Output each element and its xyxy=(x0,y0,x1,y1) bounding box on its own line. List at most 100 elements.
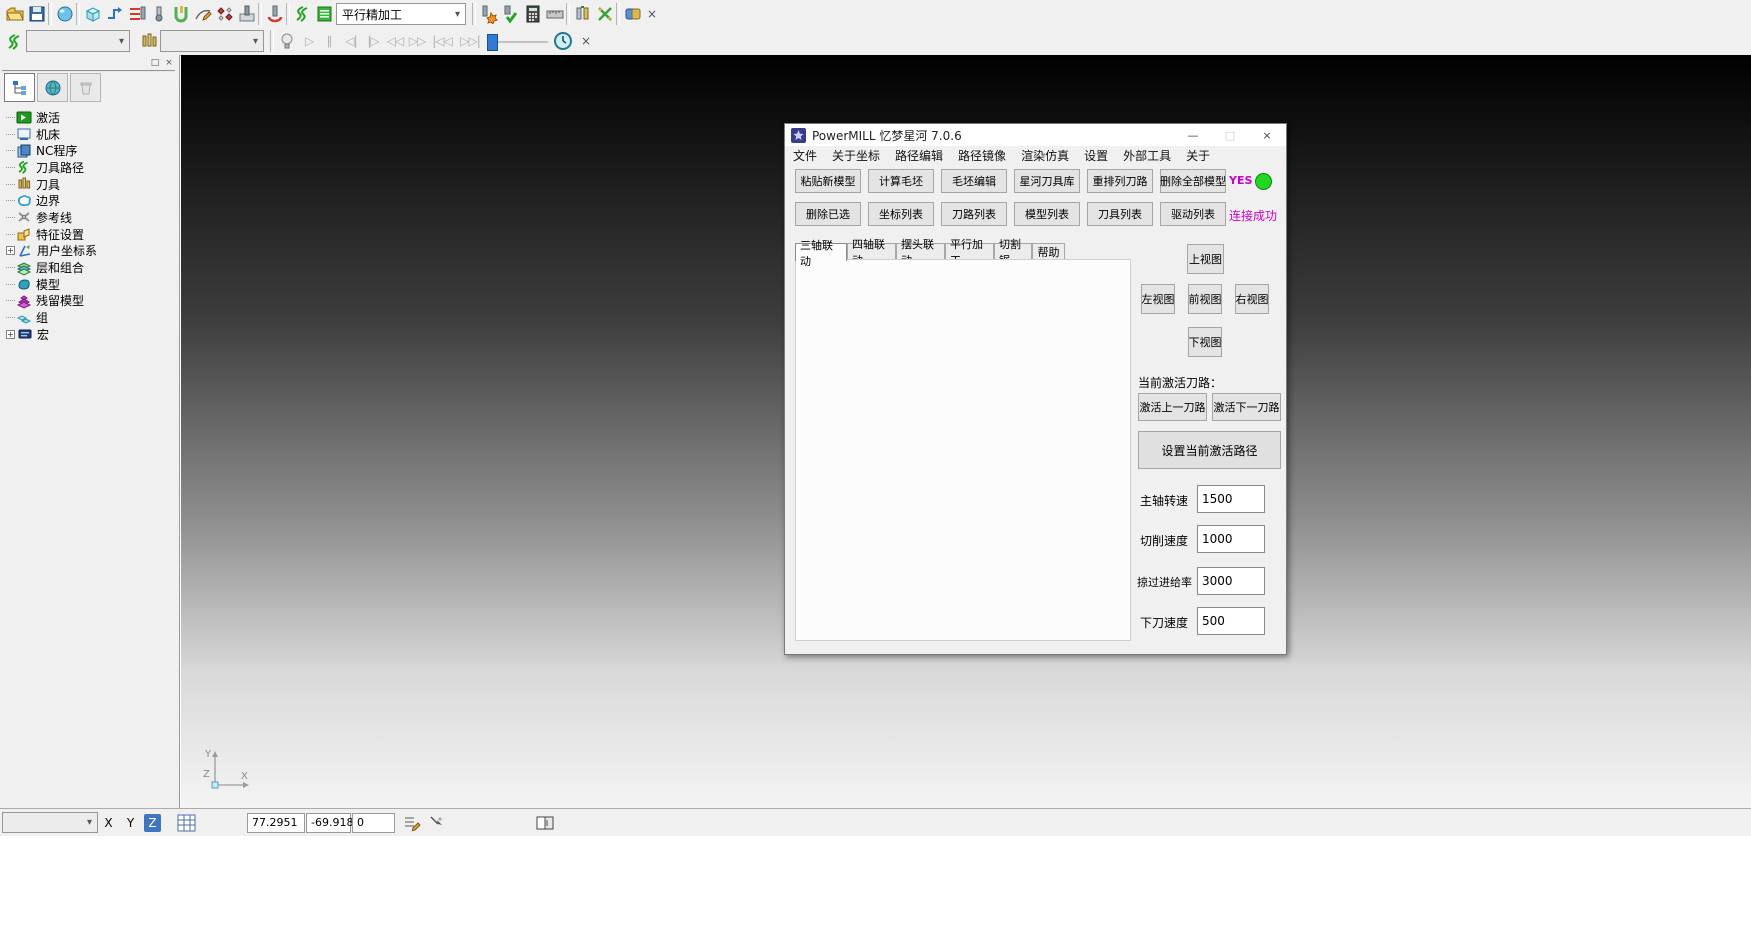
view-front-button[interactable]: 前视图 xyxy=(1188,284,1222,314)
panel-close-button[interactable]: × xyxy=(163,58,175,69)
menu-about[interactable]: 关于 xyxy=(1186,147,1210,164)
menu-render-sim[interactable]: 渲染仿真 xyxy=(1021,147,1069,164)
expand-icon[interactable]: + xyxy=(6,246,15,255)
coord-z-field[interactable]: 0 xyxy=(352,813,395,833)
drill-icon[interactable] xyxy=(264,3,286,25)
save-project-icon[interactable] xyxy=(26,3,48,25)
tree-item-levels-sets[interactable]: 层和组合 xyxy=(6,259,177,276)
sim-fastforward-button[interactable]: ▷▷ xyxy=(406,30,428,52)
lamp-icon[interactable] xyxy=(276,30,298,52)
tree-item-tools[interactable]: 刀具 xyxy=(6,176,177,193)
sim-tool-combo[interactable]: ▾ xyxy=(160,30,264,52)
skim-feedrate-input[interactable] xyxy=(1197,567,1265,595)
sim-play-button[interactable]: ▷ xyxy=(298,30,320,52)
tree-item-feature-sets[interactable]: 特征设置 xyxy=(6,226,177,243)
sim-rewind-button[interactable]: ◁◁ xyxy=(384,30,406,52)
tab-explorer[interactable] xyxy=(4,73,35,102)
sim-speed-slider-handle[interactable] xyxy=(487,34,498,51)
toolpath-list-button[interactable]: 刀路列表 xyxy=(941,202,1007,226)
sim-toolpath-combo[interactable]: ▾ xyxy=(26,30,130,52)
grid-icon[interactable] xyxy=(177,814,196,835)
sim-step-back-button[interactable]: ◁| xyxy=(340,30,362,52)
delete-all-models-button[interactable]: 删除全部模型 xyxy=(1160,169,1226,193)
feeds-speeds-icon[interactable] xyxy=(104,3,126,25)
calculator-icon[interactable] xyxy=(522,3,544,25)
status-combo[interactable]: ▾ xyxy=(2,812,98,833)
panel-drag-handle[interactable]: □ × xyxy=(2,58,175,72)
activate-next-toolpath-button[interactable]: 激活下一刀路 xyxy=(1212,393,1281,421)
active-toolpath-combo[interactable]: 平行精加工 ▾ xyxy=(336,3,466,25)
feature-set-icon[interactable] xyxy=(214,3,236,25)
tab-parallel[interactable]: 平行加工 xyxy=(945,243,994,260)
machining-icon[interactable] xyxy=(236,3,258,25)
boundary-icon[interactable] xyxy=(170,3,192,25)
view-left-button[interactable]: 左视图 xyxy=(1141,284,1175,314)
menu-path-mirror[interactable]: 路径镜像 xyxy=(958,147,1006,164)
menu-coords[interactable]: 关于坐标 xyxy=(832,147,880,164)
axis-y-button[interactable]: Y xyxy=(122,814,139,832)
coord-x-field[interactable]: 77.2951 xyxy=(247,813,305,833)
view-right-button[interactable]: 右视图 xyxy=(1235,284,1269,314)
coord-y-field[interactable]: -69.918 xyxy=(306,813,351,833)
tab-recycle[interactable] xyxy=(70,73,101,102)
calc-block-button[interactable]: 计算毛坯 xyxy=(868,169,934,193)
menu-external-tools[interactable]: 外部工具 xyxy=(1123,147,1171,164)
measure-icon[interactable] xyxy=(544,3,566,25)
tool-change-icon[interactable] xyxy=(572,3,594,25)
toolpath-icon[interactable] xyxy=(292,3,314,25)
tree-item-groups[interactable]: 组 xyxy=(6,309,177,326)
view-bottom-button[interactable]: 下视图 xyxy=(1188,327,1222,357)
activate-prev-toolpath-button[interactable]: 激活上一刀路 xyxy=(1138,393,1207,421)
rapid-moves-icon[interactable] xyxy=(126,3,148,25)
coord-list-button[interactable]: 坐标列表 xyxy=(868,202,934,226)
tree-item-stock-models[interactable]: 残留模型 xyxy=(6,293,177,310)
tab-saw[interactable]: 切割锯 xyxy=(994,243,1032,260)
tool-icon[interactable] xyxy=(148,3,170,25)
axis-z-button[interactable]: Z xyxy=(144,814,161,832)
view-top-button[interactable]: 上视图 xyxy=(1187,244,1224,274)
tree-item-models[interactable]: 模型 xyxy=(6,276,177,293)
expand-icon[interactable]: + xyxy=(6,330,15,339)
menu-path-edit[interactable]: 路径编辑 xyxy=(895,147,943,164)
list-edit-icon[interactable] xyxy=(403,814,421,835)
menu-file[interactable]: 文件 xyxy=(793,147,817,164)
dialog-titlebar[interactable]: PowerMILL 忆梦星河 7.0.6 — □ × xyxy=(785,124,1286,146)
plunge-speed-input[interactable] xyxy=(1197,607,1265,635)
tool-list-button[interactable]: 刀具列表 xyxy=(1087,202,1153,226)
tree-item-patterns[interactable]: 参考线 xyxy=(6,209,177,226)
paste-new-model-button[interactable]: 粘贴新模型 xyxy=(795,169,861,193)
minimize-button[interactable]: — xyxy=(1181,124,1205,146)
tab-4axis[interactable]: 四轴联动 xyxy=(847,243,896,260)
open-project-icon[interactable] xyxy=(4,3,26,25)
panel-float-button[interactable]: □ xyxy=(149,58,161,69)
tree-item-workplanes[interactable]: +用户坐标系 xyxy=(6,243,177,260)
probe-cursor-icon[interactable] xyxy=(428,814,446,835)
delete-selected-button[interactable]: 删除已选 xyxy=(795,202,861,226)
tool-library-button[interactable]: 星河刀具库 xyxy=(1014,169,1080,193)
leads-links-icon[interactable] xyxy=(594,3,616,25)
tree-item-macros[interactable]: +宏 xyxy=(6,326,177,343)
sim-to-start-button[interactable]: |◁◁ xyxy=(428,30,456,52)
simulate-verify-icon[interactable] xyxy=(500,3,522,25)
sim-to-end-button[interactable]: ▷▷| xyxy=(456,30,484,52)
cutting-speed-input[interactable] xyxy=(1197,525,1265,553)
tree-item-nc-programs[interactable]: NC程序 xyxy=(6,142,177,159)
edit-block-button[interactable]: 毛坯编辑 xyxy=(941,169,1007,193)
tree-item-machine[interactable]: 机床 xyxy=(6,126,177,143)
toolpath-list-icon[interactable] xyxy=(314,3,336,25)
tree-item-activate[interactable]: 激活 xyxy=(6,109,177,126)
tree-item-boundaries[interactable]: 边界 xyxy=(6,192,177,209)
pages-icon[interactable] xyxy=(535,814,555,835)
pattern-icon[interactable] xyxy=(192,3,214,25)
tab-help[interactable]: 帮助 xyxy=(1032,243,1065,260)
tab-3axis[interactable]: 三轴联动 xyxy=(795,243,847,261)
drive-list-button[interactable]: 驱动列表 xyxy=(1160,202,1226,226)
menu-settings[interactable]: 设置 xyxy=(1084,147,1108,164)
tab-globe[interactable] xyxy=(37,73,68,102)
tree-item-toolpaths[interactable]: 刀具路径 xyxy=(6,159,177,176)
rearrange-toolpaths-button[interactable]: 重排列刀路 xyxy=(1087,169,1153,193)
tab-head[interactable]: 摆头联动 xyxy=(896,243,945,260)
set-active-path-button[interactable]: 设置当前激活路径 xyxy=(1138,431,1281,469)
spindle-speed-input[interactable] xyxy=(1197,485,1265,513)
clock-icon[interactable] xyxy=(552,30,574,52)
